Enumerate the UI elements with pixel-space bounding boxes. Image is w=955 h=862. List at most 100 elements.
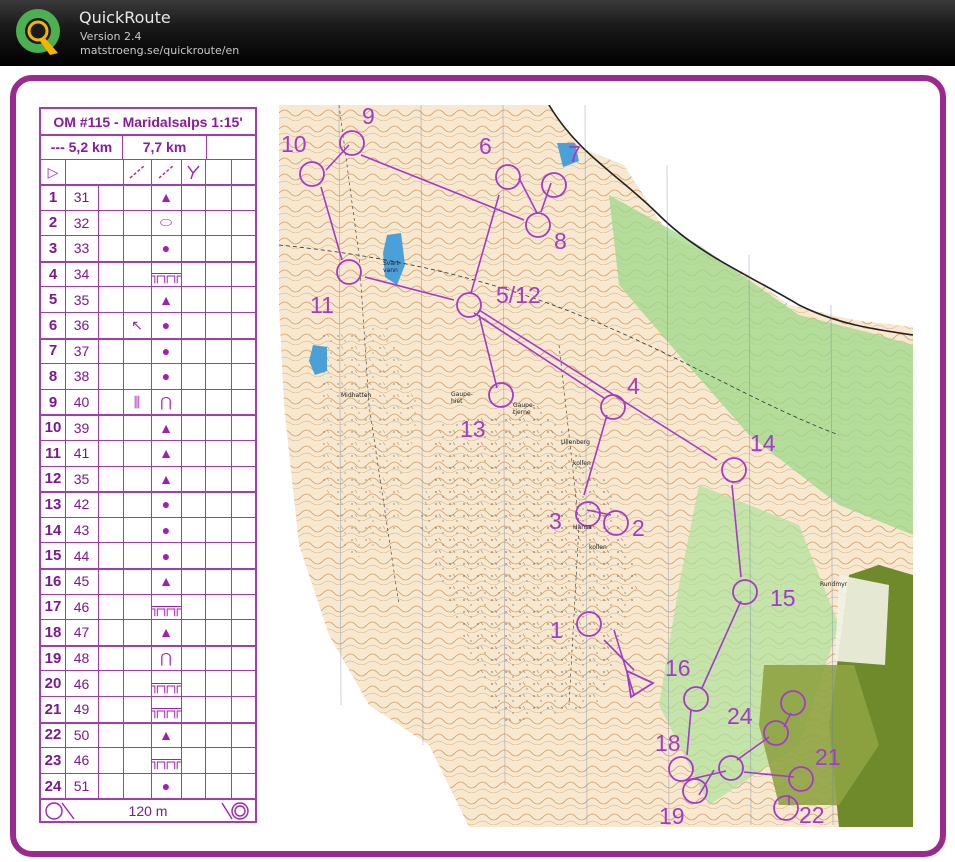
control-label-14: 14 — [750, 430, 776, 456]
col-divider — [205, 159, 206, 798]
place-name-gaupetjern: Gaupe-tjerne — [513, 402, 535, 416]
control-row: 4 34 ╦╦╦ — [41, 262, 255, 288]
control-code: 48 — [73, 650, 90, 667]
control-label-1: 1 — [550, 617, 563, 643]
control-number: 13 — [44, 495, 62, 513]
control-label-21: 21 — [815, 744, 841, 770]
control-label-3: 3 — [549, 508, 562, 534]
control-code: 33 — [73, 240, 90, 257]
control-feature-icon: ▲ — [159, 419, 173, 436]
control-feature-icon: ⬭ — [160, 214, 172, 231]
control-code: 32 — [73, 214, 90, 231]
col-divider — [231, 159, 232, 798]
control-feature-icon: ● — [161, 496, 171, 513]
control-description-sheet: OM #115 - Maridalsalps 1:15' --- 5,2 km … — [39, 107, 257, 823]
control-direction-icon — [123, 543, 151, 568]
control-row: 18 47 ▲ — [41, 620, 255, 647]
control-label-5-12: 5/12 — [496, 282, 541, 308]
control-feature-icon: ╦╦╦ — [151, 701, 181, 718]
control-feature-icon: ● — [161, 522, 171, 539]
control-direction-icon — [123, 339, 151, 364]
control-direction-icon — [123, 236, 151, 261]
course-info-row: --- 5,2 km 7,7 km — [41, 135, 255, 160]
control-number: 17 — [44, 598, 62, 616]
control-code: 36 — [73, 317, 90, 334]
control-number: 16 — [44, 572, 62, 590]
control-direction-icon — [123, 748, 151, 773]
control-feature-icon: ⋂ — [160, 649, 172, 666]
map-canvas[interactable] — [278, 104, 914, 827]
orienteering-map[interactable]: 1 2 3 4 5/12 6 7 8 9 10 11 13 14 15 16 1… — [278, 104, 914, 828]
control-row: 17 46 ╦╦╦ — [41, 595, 255, 621]
control-direction-icon — [123, 441, 151, 466]
control-code: 31 — [73, 189, 90, 206]
control-label-6: 6 — [479, 133, 492, 159]
control-label-18: 18 — [655, 730, 681, 756]
control-row: 12 35 ▲ — [41, 467, 255, 494]
control-direction-icon — [123, 569, 151, 594]
control-direction-icon — [123, 211, 151, 236]
control-number: 2 — [48, 214, 58, 232]
control-label-11: 11 — [310, 292, 334, 318]
control-number: 9 — [48, 393, 58, 411]
control-code: 35 — [73, 470, 90, 487]
control-direction-icon: ⫼ — [133, 393, 141, 410]
control-label-4: 4 — [627, 373, 640, 399]
control-number: 21 — [44, 700, 62, 718]
app-titlebar: QuickRoute Version 2.4 matstroeng.se/qui… — [0, 0, 955, 66]
finish-row: 120 m — [41, 798, 255, 823]
control-row: 3 33 ● — [41, 236, 255, 263]
control-number: 14 — [44, 521, 62, 539]
control-row: 10 39 ▲ — [41, 415, 255, 441]
app-url[interactable]: matstroeng.se/quickroute/en — [80, 44, 239, 57]
control-number: 18 — [44, 623, 62, 641]
course-climb: --- 5,2 km — [41, 135, 123, 159]
control-feature-icon: ╦╦╦ — [151, 598, 181, 615]
control-row: 9 40 ⫼ ⋂ — [41, 390, 255, 417]
control-row: 20 46 ╦╦╦ — [41, 671, 255, 697]
control-row: 24 51 ● — [41, 774, 255, 801]
place-name-gaupehiet: Gaupe-hiet — [451, 391, 473, 405]
description-title-row: OM #115 - Maridalsalps 1:15' — [41, 109, 255, 136]
control-row: 19 48 ⋂ — [41, 646, 255, 672]
control-direction-icon — [123, 595, 151, 620]
control-code: 50 — [73, 726, 90, 743]
start-row: ▷ — [41, 160, 255, 186]
place-name-ullenberg: Ullenberg — [561, 439, 590, 446]
col-divider — [65, 159, 66, 798]
place-name-svartvann: Svart-vann — [383, 260, 402, 274]
control-feature-icon: ╦╦╦ — [151, 675, 181, 692]
control-code: 43 — [73, 522, 90, 539]
control-code: 35 — [73, 291, 90, 308]
control-code: 37 — [73, 342, 90, 359]
control-number: 4 — [48, 265, 58, 283]
control-label-13: 13 — [460, 416, 486, 442]
control-row: 5 35 ▲ — [41, 287, 255, 313]
control-direction-icon — [123, 646, 151, 671]
control-number: 12 — [44, 470, 62, 488]
control-label-7: 7 — [568, 141, 581, 167]
control-feature-icon: ● — [161, 342, 171, 359]
place-name-midhatten: Midhatten — [341, 392, 372, 399]
control-direction-icon — [123, 620, 151, 645]
control-direction-icon — [123, 185, 151, 210]
finish-start-funnel-icon — [41, 798, 81, 823]
control-code: 34 — [73, 266, 90, 283]
event-title: OM #115 - Maridalsalps 1:15' — [53, 113, 243, 130]
control-number: 15 — [44, 547, 62, 565]
control-label-8: 8 — [554, 228, 567, 254]
control-direction-icon — [123, 415, 151, 440]
control-code: 40 — [73, 394, 90, 411]
finish-distance: 120 m — [128, 802, 168, 819]
control-label-10: 10 — [281, 131, 307, 157]
control-feature-icon: ▲ — [159, 445, 173, 462]
control-number: 19 — [44, 649, 62, 667]
quickroute-logo-icon — [16, 9, 60, 55]
crossing-icon-2 — [151, 160, 181, 184]
control-row: 11 41 ▲ — [41, 441, 255, 467]
control-row: 14 43 ● — [41, 518, 255, 544]
col-divider — [98, 184, 99, 798]
control-code: 47 — [73, 624, 90, 641]
place-name-kollen: kollen — [573, 460, 591, 467]
place-name-hansa: Hansa — [573, 524, 592, 531]
